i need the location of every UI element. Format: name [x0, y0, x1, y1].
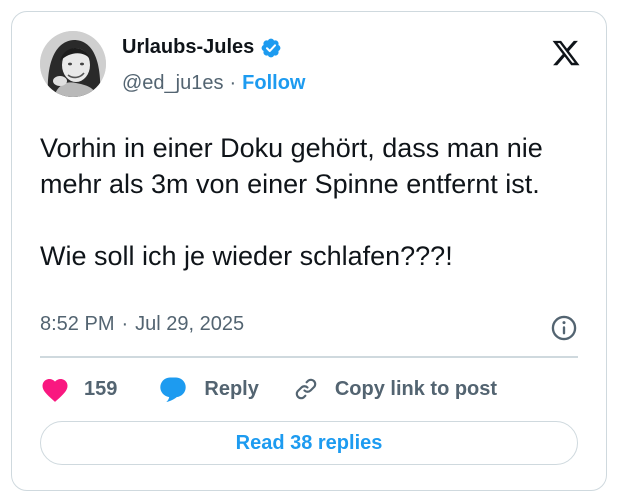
- avatar-image: [40, 31, 106, 97]
- read-replies-button[interactable]: Read 38 replies: [40, 421, 578, 465]
- reply-label: Reply: [204, 377, 259, 400]
- author-handle-row: @ed_ju1es · Follow: [122, 72, 305, 95]
- author-handle[interactable]: @ed_ju1es: [122, 72, 223, 95]
- x-logo-icon[interactable]: [550, 38, 582, 68]
- tweet-time: 8:52 PM: [40, 313, 115, 335]
- verified-badge-icon: [261, 38, 281, 57]
- copy-link-button[interactable]: Copy link to post: [293, 376, 497, 402]
- link-icon: [293, 376, 319, 402]
- tweet-card: Urlaubs-Jules @ed_ju1es · Follow Vorhin …: [11, 11, 607, 491]
- timestamp-separator: ·: [121, 313, 129, 335]
- reply-bubble-icon: [158, 375, 188, 403]
- copy-link-label: Copy link to post: [334, 377, 498, 400]
- tweet-text: Vorhin in einer Doku gehört, dass man ni…: [40, 133, 543, 271]
- author-name-row: Urlaubs-Jules: [122, 36, 282, 59]
- tweet-date: Jul 29, 2025: [135, 313, 245, 335]
- action-bar: 159 Reply Copy link to post: [40, 374, 497, 404]
- handle-separator: ·: [229, 72, 237, 94]
- follow-button[interactable]: Follow: [242, 72, 305, 95]
- like-count: 159: [84, 377, 118, 400]
- like-button[interactable]: 159: [40, 375, 117, 403]
- reply-button[interactable]: Reply: [158, 375, 259, 403]
- avatar[interactable]: [40, 31, 106, 97]
- heart-icon: [40, 375, 70, 403]
- info-icon[interactable]: [550, 314, 578, 342]
- author-name[interactable]: Urlaubs-Jules: [122, 36, 254, 59]
- tweet-timestamp[interactable]: 8:52 PM · Jul 29, 2025: [40, 313, 244, 336]
- divider: [40, 356, 578, 358]
